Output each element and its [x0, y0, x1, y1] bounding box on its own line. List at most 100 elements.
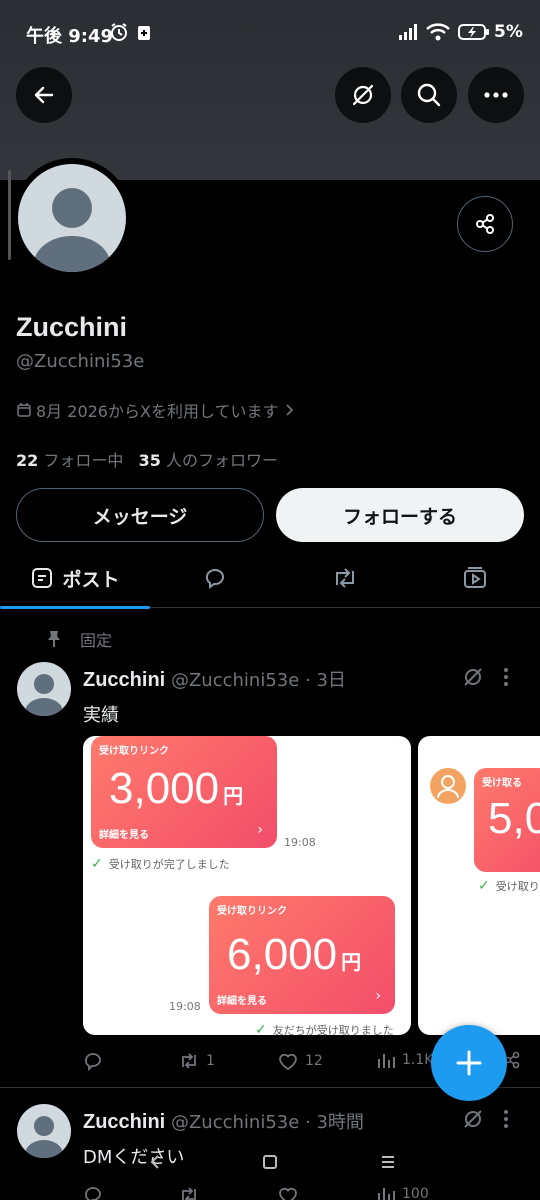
receipt-status: ✓ 受け取りが完了しました: [91, 856, 230, 872]
follow-stats: 22 フォロー中 35 人のフォロワー: [16, 447, 278, 471]
card-title: 受け取りリンク: [217, 906, 287, 917]
repost-button[interactable]: 1: [178, 1050, 215, 1072]
card-title: 受け取りリンク: [99, 746, 169, 757]
search-icon: [417, 83, 441, 107]
check-icon: ✓: [255, 1022, 267, 1035]
grok-icon: [352, 84, 374, 106]
card-details-link: 詳細を見る: [217, 996, 267, 1007]
pin-icon: [48, 631, 60, 647]
alarm-icon: [109, 22, 129, 46]
grok-explain-button[interactable]: [461, 665, 485, 693]
tweet-author-name[interactable]: Zucchini: [83, 1111, 165, 1133]
battery-saver-icon: [137, 24, 151, 44]
reply-icon: [85, 1053, 101, 1072]
repost-button[interactable]: [178, 1184, 200, 1200]
tweet-avatar[interactable]: [17, 662, 71, 716]
follow-button[interactable]: フォローする: [276, 488, 524, 542]
nav-home-icon[interactable]: [262, 1154, 278, 1174]
views-button[interactable]: 100: [376, 1184, 429, 1200]
like-button[interactable]: [277, 1184, 299, 1200]
tweet-meta: @Zucchini53e · 3日: [170, 670, 346, 691]
tab-posts[interactable]: ポスト: [0, 548, 150, 609]
tab-replies[interactable]: [150, 548, 280, 608]
repost-icon: [336, 568, 354, 588]
user-avatar-icon: [430, 768, 466, 804]
message-time: 19:08: [169, 1000, 201, 1013]
tweet-media-image[interactable]: 受け取りリンク 3,000 円 詳細を見る › 19:08 ✓ 受け取りが完了しま…: [83, 736, 411, 1035]
like-count: 12: [305, 1053, 323, 1069]
repost-icon: [182, 1053, 196, 1069]
receipt-status: ✓ 受け取りが: [478, 878, 540, 894]
following-count: 22: [16, 451, 39, 470]
status-bar: 午後 9:49 5%: [0, 0, 540, 64]
more-horizontal-icon: [484, 92, 508, 98]
check-icon: ✓: [478, 878, 490, 894]
tab-reposts[interactable]: [280, 548, 410, 608]
nav-recents-icon[interactable]: [380, 1154, 396, 1174]
nav-back-icon[interactable]: [148, 1154, 162, 1174]
card-amount: 3,000 円: [109, 764, 244, 813]
repost-icon: [182, 1187, 196, 1200]
tab-media[interactable]: [410, 548, 540, 608]
reply-icon: [85, 1187, 101, 1200]
tweet-more-button[interactable]: [503, 667, 509, 691]
like-button[interactable]: 12: [277, 1050, 323, 1072]
pinned-indicator: 固定: [46, 627, 112, 651]
more-button[interactable]: [468, 67, 524, 123]
profile-avatar[interactable]: [12, 158, 132, 278]
grok-icon: [464, 1110, 482, 1128]
card-details-link: 詳細を見る: [99, 830, 149, 841]
check-icon: ✓: [91, 856, 103, 872]
reply-button[interactable]: [82, 1050, 104, 1072]
tweet-actions: 100: [80, 1184, 530, 1200]
followers-count: 35: [138, 451, 161, 470]
post-icon: [32, 568, 53, 588]
grok-icon: [464, 668, 482, 686]
views-button[interactable]: 1.1K: [376, 1050, 433, 1070]
search-button[interactable]: [401, 67, 457, 123]
system-nav-bar: [0, 1150, 540, 1180]
views-icon: [378, 1188, 395, 1200]
joined-date[interactable]: 8月 2026からXを利用しています: [16, 398, 296, 422]
views-count: 100: [402, 1186, 429, 1200]
followers-link[interactable]: 35 人のフォロワー: [139, 451, 278, 470]
grok-explain-button[interactable]: [461, 1107, 485, 1135]
heart-icon: [279, 1053, 297, 1071]
repost-count: 1: [206, 1053, 215, 1069]
receive-link-card: 受け取りリンク 6,000 円 詳細を見る ›: [209, 896, 395, 1014]
message-button[interactable]: メッセージ: [16, 488, 264, 542]
receive-link-card: 受け取る 5,0: [474, 768, 540, 872]
grok-button[interactable]: [335, 67, 391, 123]
battery-percent: 5%: [494, 22, 523, 42]
default-avatar-icon: [34, 188, 110, 272]
card-title: 受け取る: [482, 778, 522, 789]
views-count: 1.1K: [402, 1052, 434, 1068]
wifi-icon: [425, 22, 451, 46]
reply-button[interactable]: [82, 1184, 104, 1200]
profile-display-name: Zucchini: [16, 312, 128, 342]
card-amount: 5,0: [488, 794, 540, 843]
arrow-left-icon: [34, 86, 54, 104]
message-time: 19:08: [284, 836, 316, 849]
tweet-header: Zucchini @Zucchini53e · 3時間: [83, 1108, 364, 1134]
chevron-right-icon: ›: [257, 822, 263, 838]
more-vertical-icon: [504, 1110, 508, 1128]
reply-icon: [206, 569, 225, 589]
tab-posts-label: ポスト: [62, 568, 120, 591]
views-icon: [378, 1054, 395, 1068]
tweet-more-button[interactable]: [503, 1109, 509, 1133]
chevron-right-icon: [286, 404, 294, 416]
tweet-media-image-2[interactable]: 受け取る 5,0 ✓ 受け取りが: [418, 736, 540, 1035]
tweet-author-name[interactable]: Zucchini: [83, 669, 165, 691]
video-icon: [464, 567, 486, 588]
back-button[interactable]: [16, 67, 72, 123]
tweet-meta: @Zucchini53e · 3時間: [170, 1112, 364, 1133]
pinned-label: 固定: [80, 631, 113, 650]
followers-label: 人のフォロワー: [166, 451, 279, 470]
heart-icon: [279, 1187, 297, 1200]
more-vertical-icon: [504, 668, 508, 686]
share-profile-button[interactable]: [457, 196, 513, 252]
following-link[interactable]: 22 フォロー中: [16, 451, 123, 470]
compose-post-button[interactable]: [431, 1025, 507, 1101]
plus-icon: [456, 1050, 482, 1076]
